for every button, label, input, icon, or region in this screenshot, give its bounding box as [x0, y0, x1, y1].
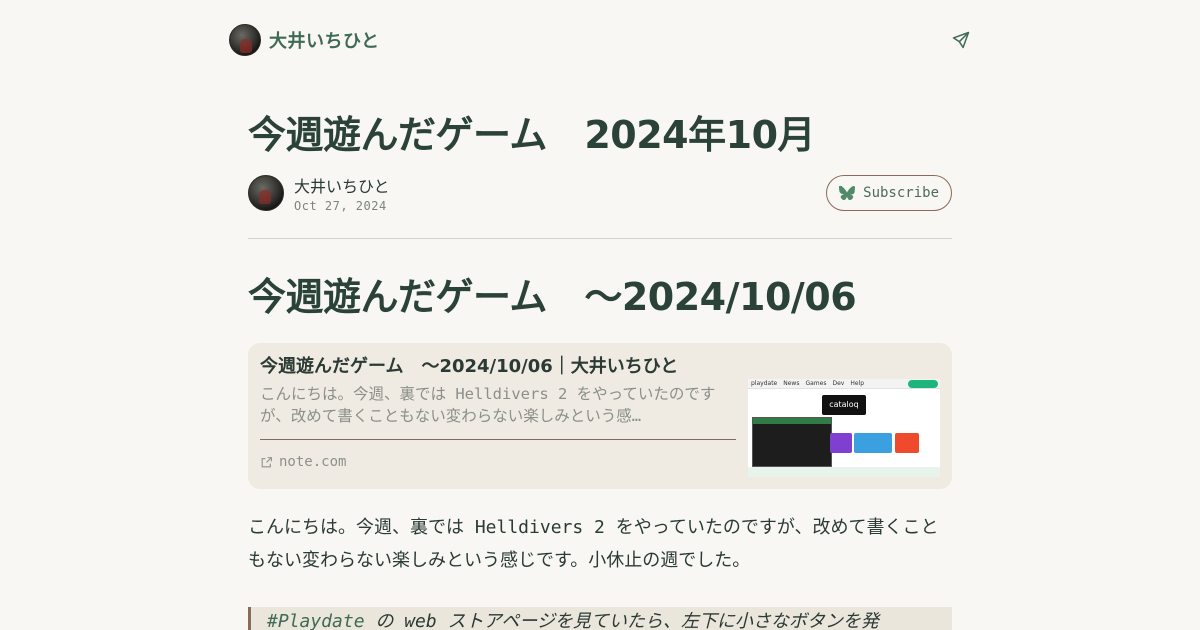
quote-text: の web ストアページを見ていたら、左下に小さなボタンを発 — [364, 611, 879, 630]
top-bar: 大井いちひと — [229, 22, 971, 58]
author-name[interactable]: 大井いちひと — [294, 173, 390, 197]
site-brand[interactable]: 大井いちひと — [229, 24, 379, 56]
body-paragraph: こんにちは。今週、裏では Helldivers 2 をやっていたのですが、改めて… — [248, 517, 939, 571]
divider — [248, 238, 952, 239]
section-heading: 今週遊んだゲーム 〜2024/10/06 — [248, 275, 857, 319]
author-block: 大井いちひと Oct 27, 2024 — [248, 173, 390, 213]
link-card-description: こんにちは。今週、裏では Helldivers 2 をやっていたのですが、改めて… — [260, 385, 716, 425]
subscribe-button[interactable]: Subscribe — [826, 175, 952, 211]
byline: 大井いちひと Oct 27, 2024 Subscribe — [248, 173, 952, 213]
link-card-title: 今週遊んだゲーム 〜2024/10/06｜大井いちひと — [260, 356, 679, 377]
author-meta: 大井いちひと Oct 27, 2024 — [294, 173, 390, 213]
site-avatar — [229, 24, 261, 56]
site-name[interactable]: 大井いちひと — [269, 27, 379, 53]
butterfly-icon — [839, 186, 856, 200]
link-card-thumbnail: playdate News Games Dev Help cataloq — [748, 379, 940, 477]
link-card-divider — [260, 439, 736, 440]
blockquote: #Playdate の web ストアページを見ていたら、左下に小さなボタンを発 — [248, 607, 952, 630]
article: 今週遊んだゲーム 2024年10月 大井いちひと Oct 27, 2024 Su… — [248, 108, 952, 630]
article-title: 今週遊んだゲーム 2024年10月 — [248, 113, 816, 157]
paper-plane-icon[interactable] — [951, 30, 971, 50]
hashtag-link[interactable]: #Playdate — [267, 611, 365, 630]
author-avatar[interactable] — [248, 175, 284, 211]
publish-date: Oct 27, 2024 — [294, 199, 387, 213]
link-card[interactable]: 今週遊んだゲーム 〜2024/10/06｜大井いちひと こんにちは。今週、裏では… — [248, 343, 952, 489]
link-card-domain: note.com — [279, 454, 347, 470]
link-card-url: note.com — [260, 454, 736, 470]
subscribe-label: Subscribe — [863, 185, 939, 201]
thumbnail-logo: cataloq — [822, 395, 866, 415]
link-card-text: 今週遊んだゲーム 〜2024/10/06｜大井いちひと こんにちは。今週、裏では… — [260, 355, 736, 477]
external-link-icon — [261, 456, 272, 467]
